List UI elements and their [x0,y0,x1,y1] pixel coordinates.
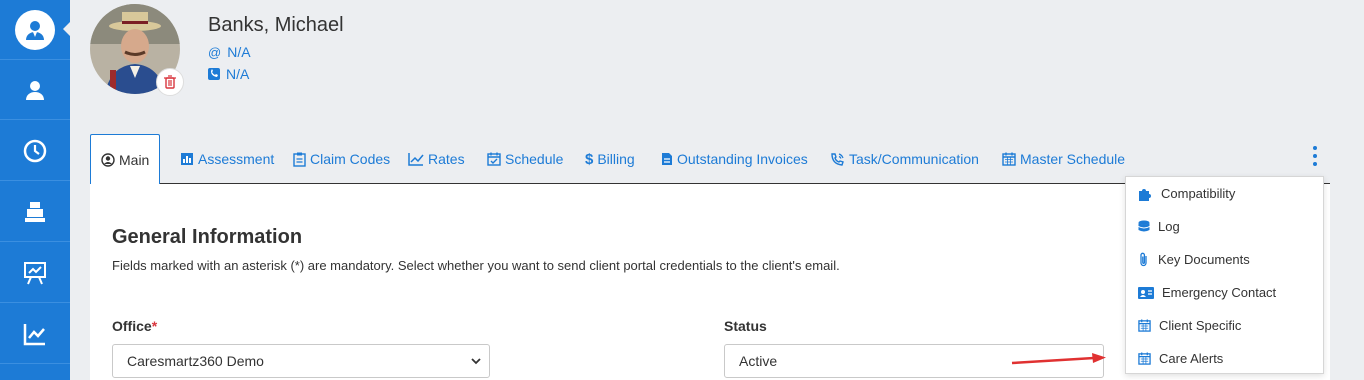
sidebar [0,0,70,380]
office-select-value: Caresmartz360 Demo [127,353,264,369]
menu-item-emergency-contact[interactable]: Emergency Contact [1126,276,1325,309]
menu-item-client-specific[interactable]: Client Specific [1126,309,1325,342]
tab-rates-label: Rates [428,151,465,167]
client-phone: N/A [208,66,249,82]
line-chart-icon [23,323,45,345]
more-options-menu: Compatibility Log Key Documents Emergenc… [1125,176,1324,374]
id-card-icon [1138,286,1154,299]
dollar-icon: $ [585,150,594,168]
clock-icon [23,139,47,162]
tab-master-schedule-label: Master Schedule [1020,151,1126,167]
client-phone-value: N/A [226,66,250,82]
tab-task-communication[interactable]: Task/Communication [830,134,979,184]
delete-photo-button[interactable] [156,68,184,96]
document-icon [662,153,672,165]
calendar-icon [1138,352,1151,365]
sidebar-item-reports[interactable] [0,243,70,303]
sidebar-item-clients[interactable] [0,0,70,60]
office-select[interactable]: Caresmartz360 Demo [112,344,490,378]
status-label: Status [724,318,767,334]
phone-volume-icon [831,152,844,166]
sidebar-item-billing[interactable] [0,182,70,242]
menu-item-key-documents[interactable]: Key Documents [1126,243,1325,276]
menu-item-label: Emergency Contact [1162,285,1277,300]
database-icon [1138,220,1150,231]
menu-item-label: Care Alerts [1159,351,1224,366]
user-circle-icon [101,152,115,167]
client-name: Banks, Michael [208,14,344,36]
calendar-check-icon [487,152,501,166]
office-label-text: Office [112,318,152,334]
menu-item-label: Client Specific [1159,318,1242,333]
kebab-dot [1313,146,1317,150]
tab-billing-label: Billing [597,151,635,167]
office-label: Office* [112,318,157,334]
tab-schedule-label: Schedule [505,151,564,167]
at-icon: @ [208,44,222,60]
sidebar-item-time[interactable] [0,121,70,181]
menu-item-label: Key Documents [1158,252,1250,267]
section-title: General Information [112,226,303,248]
menu-item-compatibility[interactable]: Compatibility [1126,177,1325,210]
user-icon [26,80,44,100]
annotation-arrow [1011,353,1106,365]
tab-assessment-label: Assessment [198,151,275,167]
tab-task-communication-label: Task/Communication [849,151,979,167]
tab-schedule[interactable]: Schedule [487,134,563,184]
puzzle-icon [1139,188,1151,201]
trash-icon [164,75,176,89]
menu-item-care-alerts[interactable]: Care Alerts [1126,342,1325,375]
section-description: Fields marked with an asterisk (*) are m… [112,258,840,273]
client-email-value: N/A [227,44,251,60]
client-avatar-icon [15,9,55,50]
active-caret [63,22,70,36]
tab-outstanding-invoices-label: Outstanding Invoices [677,151,808,167]
tab-main[interactable]: Main [90,134,161,185]
bar-chart-icon [181,153,193,165]
tab-billing[interactable]: $ Billing [585,134,635,184]
more-options-button[interactable] [1308,144,1322,168]
trend-icon [408,153,424,166]
tab-rates[interactable]: Rates [408,134,465,184]
required-asterisk: * [151,318,158,334]
clipboard-icon [293,152,306,167]
status-select-value: Active [739,353,778,369]
menu-item-label: Compatibility [1161,186,1236,201]
calendar-icon [1138,319,1151,332]
tab-assessment[interactable]: Assessment [180,134,274,184]
sidebar-item-analytics[interactable] [0,304,70,364]
kebab-dot [1313,154,1317,158]
presentation-icon [24,261,46,284]
sidebar-item-user[interactable] [0,60,70,120]
chevron-down-icon [471,358,481,365]
paperclip-icon [1140,252,1147,267]
tab-claim-codes-label: Claim Codes [310,151,391,167]
menu-item-label: Log [1158,219,1180,234]
kebab-dot [1313,162,1317,166]
tab-claim-codes[interactable]: Claim Codes [293,134,390,184]
tab-outstanding-invoices[interactable]: Outstanding Invoices [661,134,808,184]
tab-main-label: Main [119,151,150,168]
calendar-icon [1002,152,1016,166]
cash-register-icon [25,201,45,222]
phone-icon [208,68,220,80]
tab-master-schedule[interactable]: Master Schedule [1002,134,1125,184]
menu-item-log[interactable]: Log [1126,210,1325,243]
client-email: @ N/A [208,44,251,60]
